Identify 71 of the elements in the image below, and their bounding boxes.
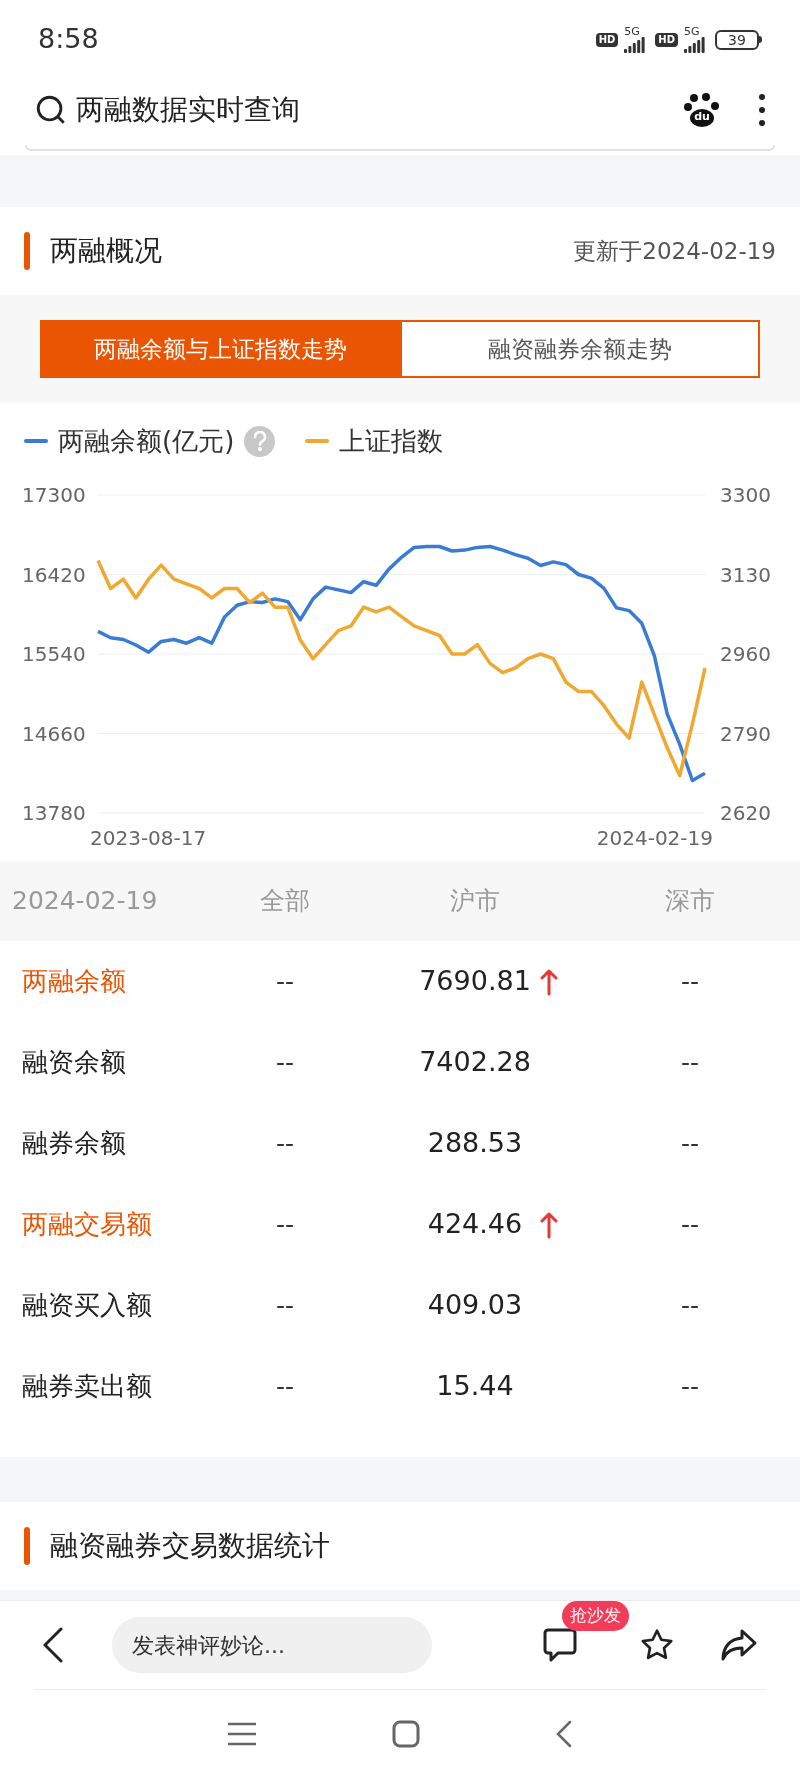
column-header: 沪市 — [449, 885, 501, 918]
table-cell-text: -- — [274, 1127, 295, 1160]
up-arrow-icon — [540, 1210, 558, 1239]
table-cell-text: 15.44 — [436, 1369, 514, 1404]
legend-label: 上证指数 — [339, 424, 444, 458]
notification-badge: 抢沙发 — [562, 1601, 629, 1631]
back-icon[interactable] — [42, 1627, 64, 1663]
signal-icon — [684, 37, 706, 53]
table-cell-text: -- — [679, 1046, 700, 1079]
axis-label: 2790 — [720, 721, 771, 746]
axis-label: 15540 — [22, 642, 86, 666]
tab[interactable]: 融资融券余额走势 — [400, 320, 760, 378]
column-header: 深市 — [664, 885, 716, 918]
table-cell-text: 7690.81 — [419, 964, 531, 999]
table-cell-text: -- — [274, 1370, 295, 1403]
column-header: 2024-02-19 — [11, 885, 159, 918]
hd-badge: HD — [595, 32, 619, 47]
row-label: 融资买入额 — [21, 1289, 153, 1322]
network-label: 5G — [684, 26, 700, 37]
table-cell-text: -- — [679, 1208, 700, 1241]
table-cell-text: -- — [679, 1370, 700, 1403]
tab[interactable]: 两融余额与上证指数走势 — [40, 320, 400, 378]
table-cell-text: -- — [274, 1208, 295, 1241]
axis-label: 2620 — [720, 801, 771, 825]
comment-field[interactable]: 发表神评妙论... — [112, 1617, 432, 1673]
axis-label: 14660 — [22, 721, 86, 746]
axis-label: 13780 — [22, 801, 86, 825]
axis-label: 2023-08-17 — [90, 826, 207, 850]
axis-label: 2024-02-19 — [596, 826, 713, 850]
legend-swatch — [305, 439, 330, 443]
up-arrow-icon — [540, 967, 558, 996]
legend-label: 两融余额(亿元) — [58, 424, 235, 458]
update-time: 更新于2024-02-19 — [573, 236, 776, 266]
axis-label: 17300 — [22, 483, 86, 507]
signal-icon — [624, 37, 647, 53]
table-cell-text: -- — [679, 1289, 700, 1322]
axis-label: 16420 — [22, 562, 86, 587]
row-label: 融券卖出额 — [21, 1370, 153, 1403]
table-cell-text: 409.03 — [427, 1288, 523, 1323]
section-title: 两融概况 — [50, 233, 163, 269]
axis-label: 3130 — [720, 562, 771, 587]
menu-icon[interactable] — [228, 1722, 256, 1746]
table-cell-text: -- — [679, 965, 700, 998]
table-cell-text: 7402.28 — [419, 1045, 531, 1080]
hd-badge: HD — [655, 32, 678, 47]
paw-logo[interactable]: du — [684, 92, 720, 128]
table-cell-text: -- — [274, 965, 295, 998]
table-cell-text: -- — [274, 1289, 295, 1322]
legend-swatch — [24, 439, 48, 443]
network-label: 5G — [624, 26, 640, 37]
accent-bar — [24, 1527, 30, 1565]
table-cell-text: 424.46 — [427, 1207, 523, 1242]
table-cell-text: -- — [679, 1127, 700, 1160]
accent-bar — [24, 232, 30, 270]
battery-icon: 39 — [715, 29, 762, 50]
column-header: 全部 — [259, 885, 311, 918]
row-label: 融券余额 — [21, 1127, 127, 1160]
axis-label: 3300 — [720, 483, 771, 507]
search-icon[interactable] — [34, 93, 68, 127]
axis-label: 2960 — [720, 642, 771, 666]
row-label: 融资余额 — [21, 1046, 127, 1079]
table-cell-text: -- — [274, 1046, 295, 1079]
table-cell-text: 288.53 — [427, 1126, 523, 1161]
more-icon[interactable] — [758, 93, 766, 127]
share-icon[interactable] — [720, 1628, 758, 1662]
row-label: 两融余额 — [21, 965, 127, 998]
home-icon[interactable] — [392, 1720, 420, 1748]
clock: 8:58 — [38, 22, 99, 57]
row-label: 两融交易额 — [21, 1208, 153, 1241]
section-title: 融资融券交易数据统计 — [50, 1528, 331, 1564]
search-query[interactable]: 两融数据实时查询 — [76, 89, 684, 131]
